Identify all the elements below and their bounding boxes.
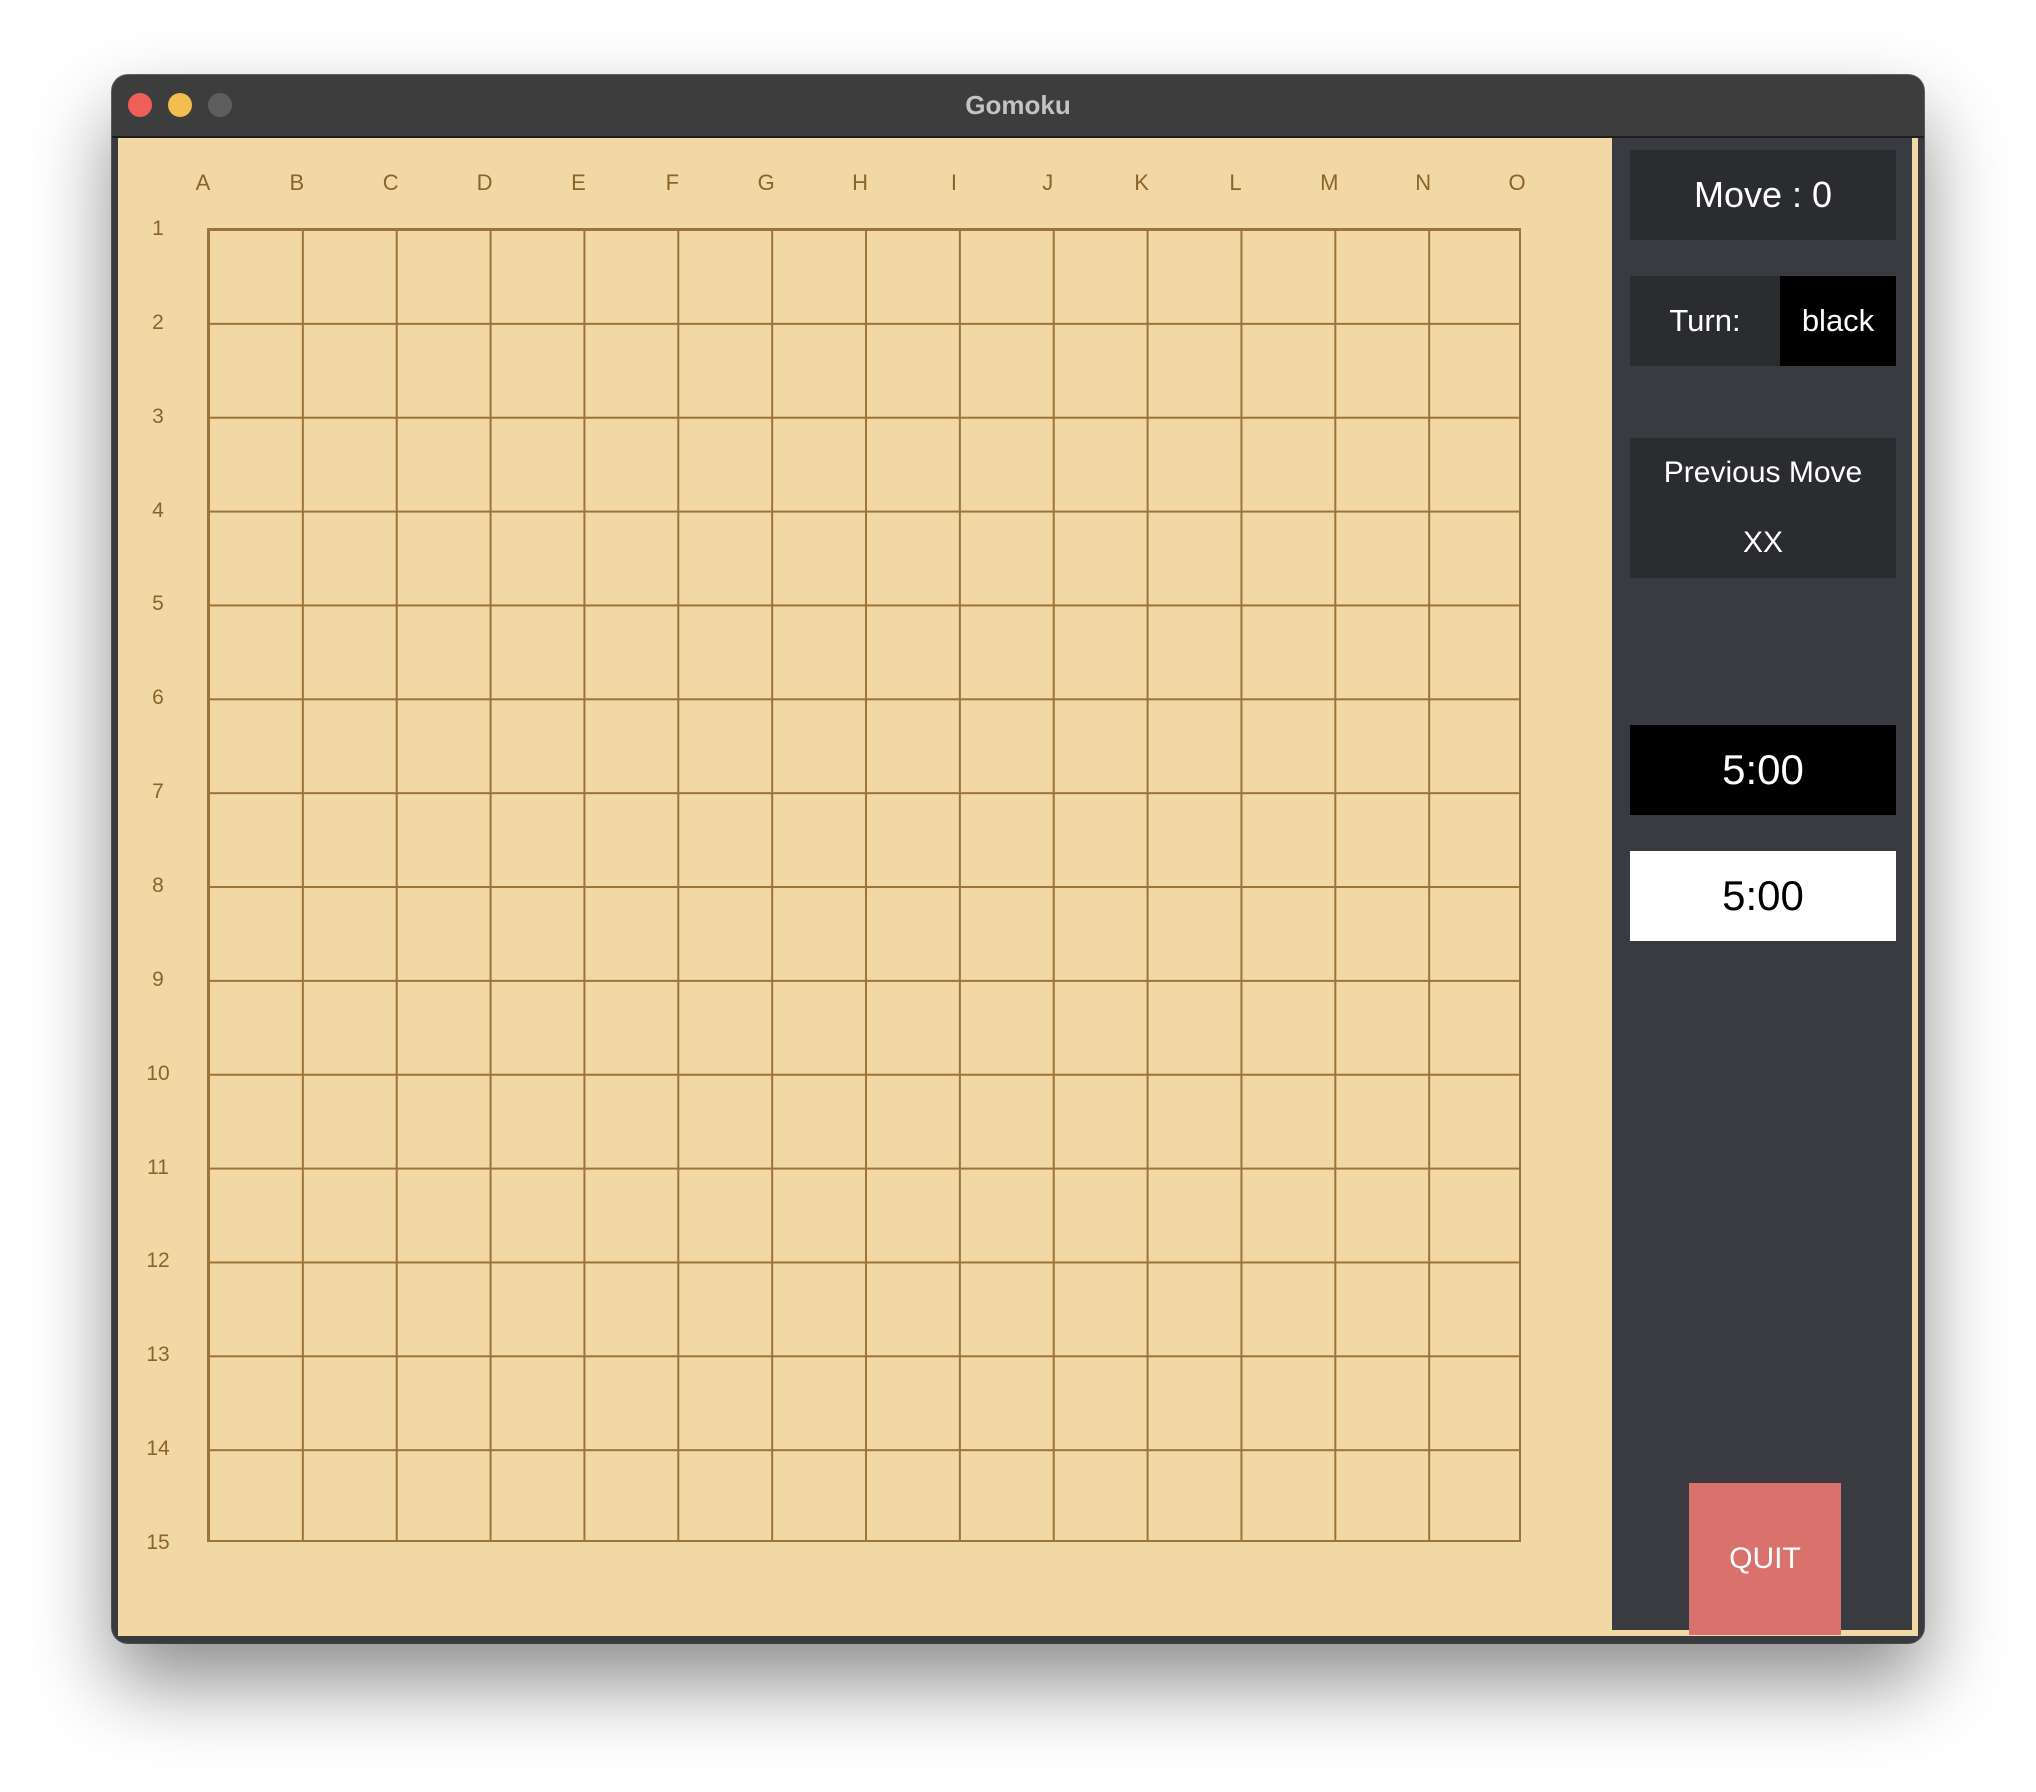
turn-value: black [1780, 276, 1896, 366]
row-label: 5 [152, 592, 164, 616]
column-label: D [476, 170, 493, 195]
column-label: A [195, 170, 211, 195]
row-label: 15 [146, 1531, 170, 1555]
column-label: L [1229, 170, 1242, 195]
board-rim [1912, 138, 1918, 1636]
column-label: K [1134, 170, 1149, 195]
row-label: 3 [152, 404, 164, 428]
quit-button[interactable]: QUIT [1689, 1483, 1841, 1635]
column-label: O [1508, 170, 1526, 195]
column-label: C [382, 170, 399, 195]
previous-move-value: XX [1742, 526, 1784, 559]
white-timer: 5:00 [1630, 851, 1896, 941]
row-label: 8 [152, 874, 164, 898]
row-label: 11 [147, 1155, 169, 1179]
board-grid[interactable] [207, 228, 1521, 1542]
column-label: F [665, 170, 680, 195]
title-bar: Gomoku [112, 75, 1924, 138]
column-label: J [1042, 170, 1054, 195]
row-label: 1 [152, 217, 164, 240]
column-label: B [289, 170, 305, 195]
row-label: 12 [146, 1249, 170, 1273]
app-window: Gomoku ABCDEFGHIJKLMNO 1 2 3 4 5 6 7 8 9 10 11 12 13… [112, 75, 1924, 1643]
column-label: M [1320, 170, 1339, 195]
row-label: 13 [146, 1343, 170, 1367]
row-label: 10 [146, 1061, 170, 1085]
black-timer: 5:00 [1630, 725, 1896, 815]
previous-move-label: Previous Move [1663, 456, 1863, 489]
row-label: 14 [146, 1437, 170, 1461]
column-label: N [1415, 170, 1432, 195]
column-label: E [571, 170, 586, 195]
move-counter: Move : 0 [1630, 150, 1896, 240]
column-label: I [950, 170, 957, 195]
row-label: 9 [152, 967, 164, 991]
game-board[interactable]: ABCDEFGHIJKLMNO 1 2 3 4 5 6 7 8 9 10 11 12 13 14 15 [118, 138, 1612, 1636]
sidebar: Move : 0 Turn: black Previous Move XX 5:… [1612, 138, 1912, 1635]
window-title: Gomoku [965, 90, 1071, 120]
turn-indicator: Turn: black [1630, 276, 1896, 366]
column-label: H [852, 170, 868, 195]
row-label: 4 [152, 498, 164, 522]
turn-label: Turn: [1669, 303, 1741, 338]
column-label: G [757, 170, 775, 195]
row-label: 7 [152, 780, 164, 804]
previous-move-panel: Previous Move XX [1630, 438, 1896, 578]
row-label: 6 [152, 686, 164, 710]
row-label: 2 [152, 310, 164, 334]
